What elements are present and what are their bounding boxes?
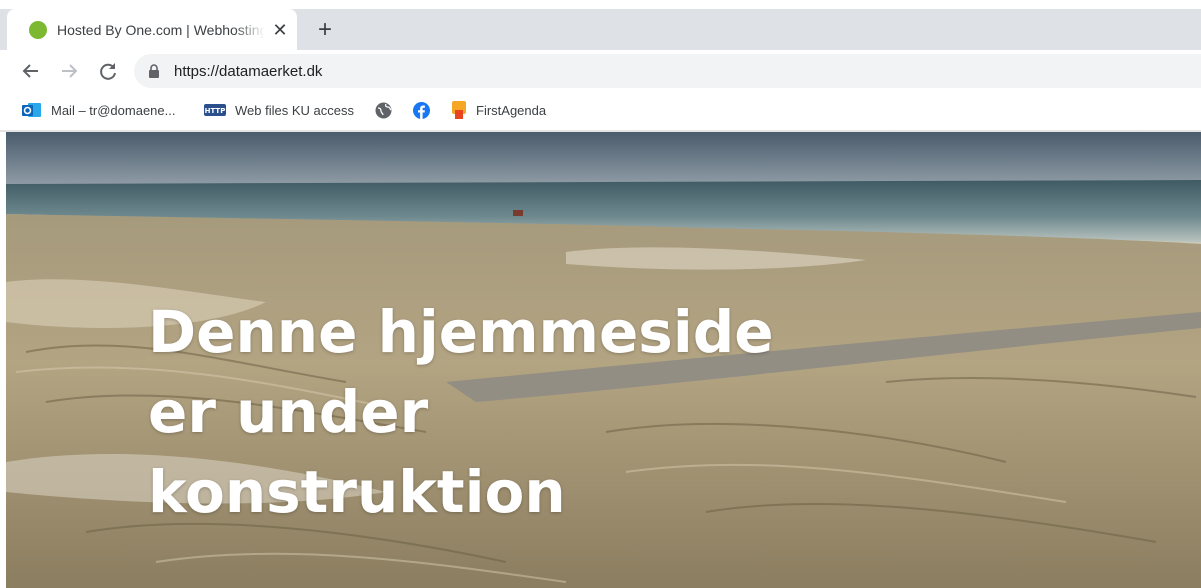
url-text[interactable]: https://datamaerket.dk [174, 63, 322, 80]
bookmark-web-files[interactable]: HTTP Web files KU access [204, 99, 354, 121]
svg-text:HTTP: HTTP [205, 107, 226, 115]
tab-strip: Hosted By One.com | Webhosting ✕ + [0, 0, 1201, 50]
heading-line-3: konstruktion [148, 458, 566, 526]
http-icon: HTTP [204, 104, 226, 116]
facebook-icon [413, 101, 430, 119]
bookmark-facebook[interactable] [413, 99, 439, 121]
heading-line-2: er under [148, 378, 429, 446]
globe-icon [375, 102, 392, 118]
reload-icon[interactable] [97, 60, 119, 82]
firstagenda-icon [452, 101, 466, 119]
outlook-icon [22, 103, 41, 117]
bookmark-mail[interactable]: Mail – tr@domaene... [22, 99, 175, 121]
tab-title: Hosted By One.com | Webhosting [57, 22, 265, 38]
address-bar[interactable]: https://datamaerket.dk [134, 54, 1201, 88]
tab-active[interactable]: Hosted By One.com | Webhosting ✕ [7, 9, 297, 50]
bookmark-label: FirstAgenda [476, 102, 547, 118]
bookmark-firstagenda[interactable]: FirstAgenda [451, 99, 546, 121]
green-circle-icon [29, 21, 47, 39]
heading-line-1: Denne hjemmeside [148, 298, 774, 366]
bookmark-globe[interactable] [375, 99, 401, 121]
plus-icon[interactable]: + [312, 18, 338, 44]
arrow-right-icon[interactable] [58, 60, 80, 82]
close-icon[interactable]: ✕ [270, 20, 290, 40]
bookmarks-bar: Mail – tr@domaene... HTTP Web files KU a… [0, 93, 1201, 127]
browser-toolbar: https://datamaerket.dk [0, 50, 1201, 93]
arrow-left-icon[interactable] [20, 60, 42, 82]
page-heading: Denne hjemmeside er under konstruktion [148, 292, 848, 532]
lock-icon[interactable] [148, 64, 160, 78]
hero-background-photo: Denne hjemmeside er under konstruktion [6, 132, 1201, 588]
bookmark-label: Web files KU access [235, 102, 354, 118]
bookmark-label: Mail – tr@domaene... [51, 102, 176, 118]
